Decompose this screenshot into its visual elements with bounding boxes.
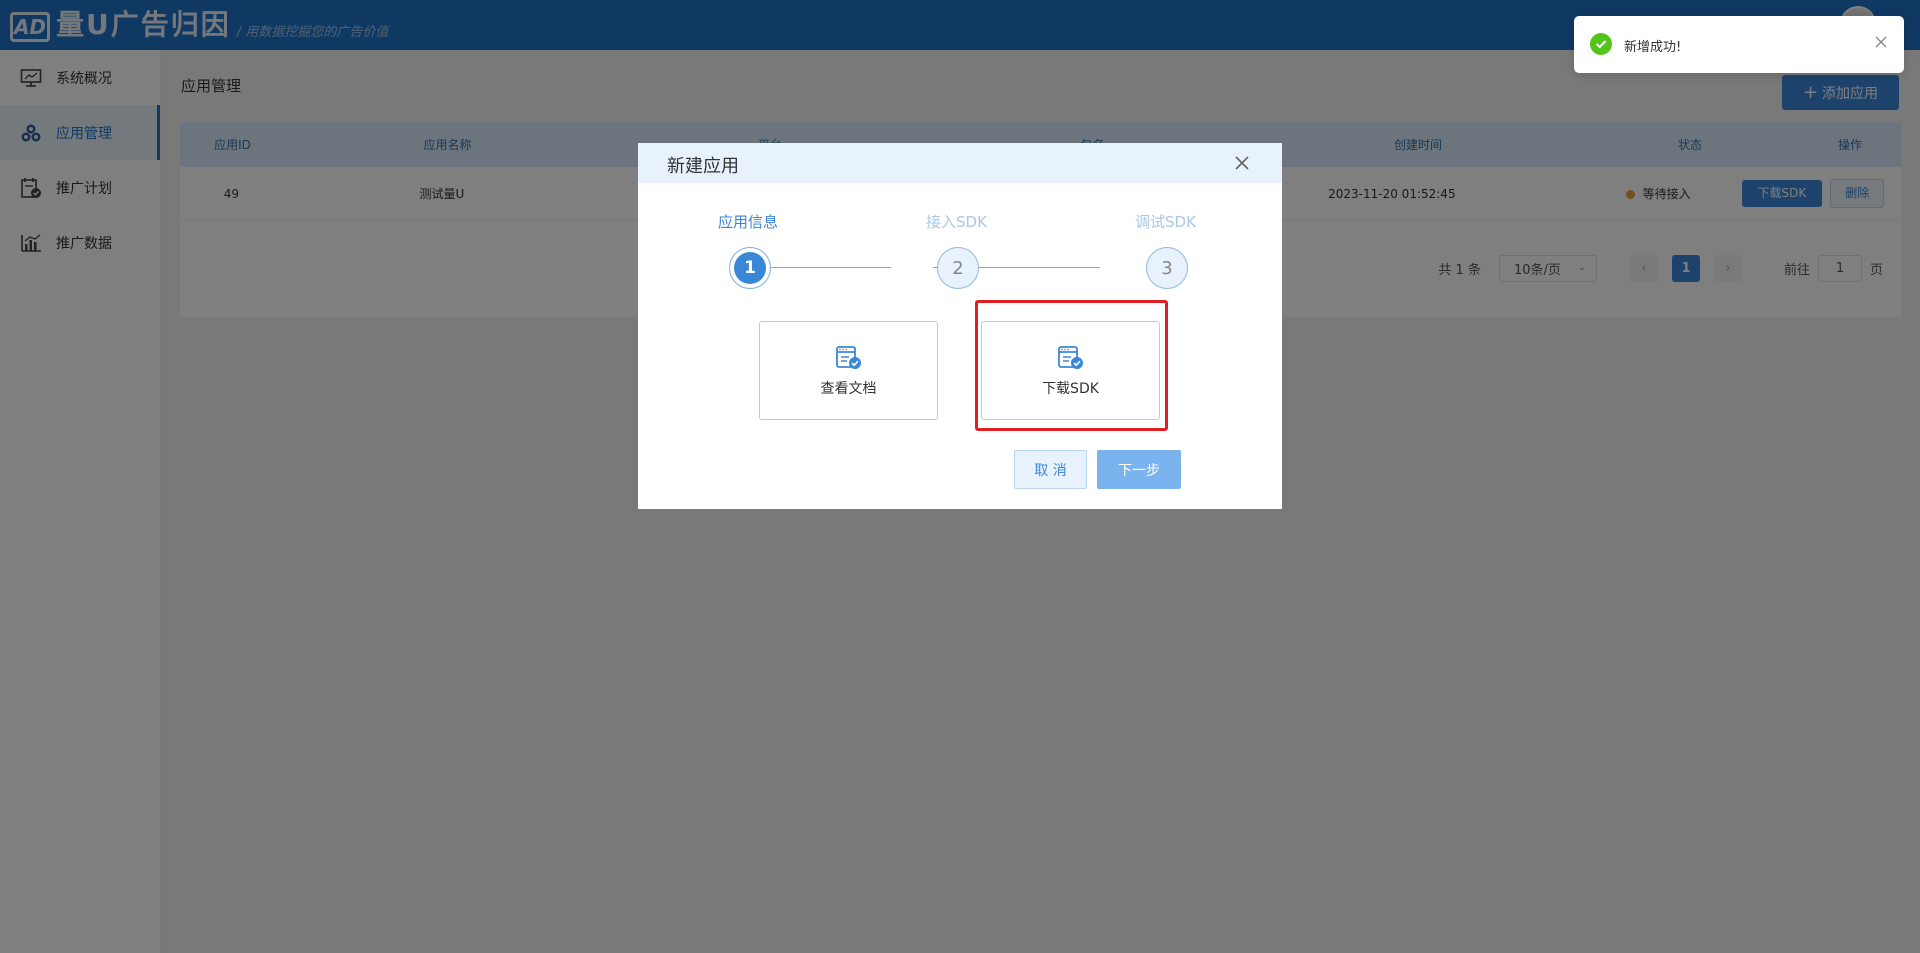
highlight-box xyxy=(975,300,1168,431)
step-label-3: 调试SDK xyxy=(1135,213,1196,231)
dialog-header: 新建应用 xyxy=(638,143,1282,183)
check-circle-icon xyxy=(1590,33,1612,55)
step-2: 2 xyxy=(937,247,979,289)
cancel-button[interactable]: 取 消 xyxy=(1014,450,1087,489)
step-1: 1 xyxy=(729,247,771,289)
toast-message: 新增成功! xyxy=(1624,40,1682,55)
document-check-icon xyxy=(835,345,863,371)
step-label-1: 应用信息 xyxy=(718,213,779,231)
dialog-title: 新建应用 xyxy=(667,156,739,177)
step-connector xyxy=(751,267,891,268)
success-toast: 新增成功! xyxy=(1574,16,1904,73)
step-1-number: 1 xyxy=(734,252,766,284)
next-step-button[interactable]: 下一步 xyxy=(1097,450,1181,489)
view-docs-card[interactable]: 查看文档 xyxy=(759,321,938,420)
close-icon[interactable] xyxy=(1232,153,1252,173)
new-app-dialog: 新建应用 应用信息 接入SDK 调试SDK 1 2 3 查看文档 下载SDK 取… xyxy=(638,143,1282,509)
step-3: 3 xyxy=(1146,247,1188,289)
close-icon[interactable] xyxy=(1873,34,1889,50)
step-label-2: 接入SDK xyxy=(926,213,987,231)
view-docs-label: 查看文档 xyxy=(820,381,877,397)
